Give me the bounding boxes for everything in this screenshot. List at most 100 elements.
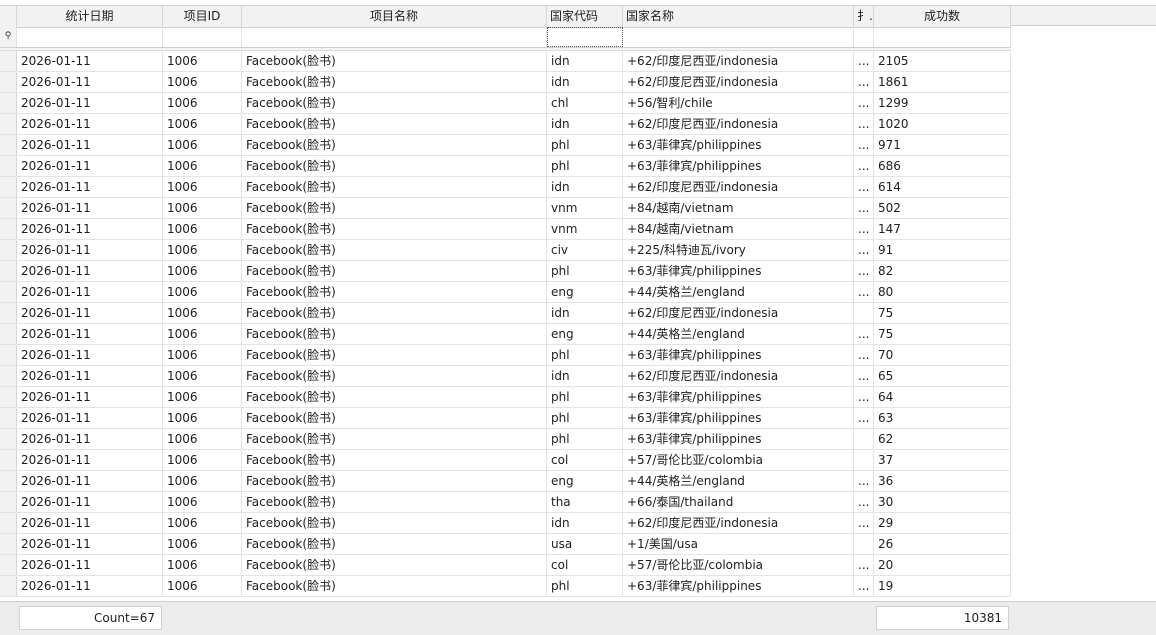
table-row[interactable]: 2026-01-11 1006 Facebook(脸书) col +57/哥伦比亚/co… <box>0 450 1011 471</box>
cell-project-name[interactable]: Facebook(脸书) <box>242 387 547 407</box>
cell-country-code[interactable]: phl <box>547 408 623 428</box>
cell-truncated[interactable]: ... <box>854 555 874 575</box>
table-row[interactable]: 2026-01-11 1006 Facebook(脸书) phl +63/菲律宾/phi… <box>0 135 1011 156</box>
cell-country-name[interactable]: +84/越南/vietnam <box>623 198 854 218</box>
cell-truncated[interactable]: ... <box>854 387 874 407</box>
cell-date[interactable]: 2026-01-11 <box>17 471 163 491</box>
row-indicator[interactable] <box>0 345 17 365</box>
cell-project-name[interactable]: Facebook(脸书) <box>242 324 547 344</box>
cell-date[interactable]: 2026-01-11 <box>17 387 163 407</box>
table-row[interactable]: 2026-01-11 1006 Facebook(脸书) idn +62/印度尼西亚/i… <box>0 513 1011 534</box>
cell-truncated[interactable]: ... <box>854 282 874 302</box>
cell-date[interactable]: 2026-01-11 <box>17 324 163 344</box>
cell-country-code[interactable]: phl <box>547 576 623 596</box>
table-row[interactable]: 2026-01-11 1006 Facebook(脸书) phl +63/菲律宾/phi… <box>0 576 1011 597</box>
cell-project-name[interactable]: Facebook(脸书) <box>242 366 547 386</box>
cell-truncated[interactable]: ... <box>854 240 874 260</box>
cell-success-count[interactable]: 30 <box>874 492 1011 512</box>
cell-truncated[interactable] <box>854 429 874 449</box>
column-header-success-count[interactable]: 成功数 <box>874 6 1011 27</box>
cell-project-id[interactable]: 1006 <box>163 156 242 176</box>
cell-country-name[interactable]: +44/英格兰/england <box>623 324 854 344</box>
table-row[interactable]: 2026-01-11 1006 Facebook(脸书) phl +63/菲律宾/phi… <box>0 408 1011 429</box>
cell-date[interactable]: 2026-01-11 <box>17 366 163 386</box>
cell-country-code[interactable]: idn <box>547 513 623 533</box>
cell-project-name[interactable]: Facebook(脸书) <box>242 429 547 449</box>
cell-country-code[interactable]: phl <box>547 261 623 281</box>
cell-country-name[interactable]: +63/菲律宾/philippines <box>623 408 854 428</box>
filter-cell-success-count[interactable] <box>874 27 1011 47</box>
row-indicator[interactable] <box>0 471 17 491</box>
cell-country-code[interactable]: idn <box>547 114 623 134</box>
cell-date[interactable]: 2026-01-11 <box>17 534 163 554</box>
cell-country-code[interactable]: usa <box>547 534 623 554</box>
column-header-date[interactable]: 统计日期 <box>17 6 163 27</box>
table-row[interactable]: 2026-01-11 1006 Facebook(脸书) idn +62/印度尼西亚/i… <box>0 177 1011 198</box>
cell-date[interactable]: 2026-01-11 <box>17 177 163 197</box>
cell-truncated[interactable] <box>854 303 874 323</box>
cell-country-code[interactable]: idn <box>547 177 623 197</box>
cell-project-name[interactable]: Facebook(脸书) <box>242 492 547 512</box>
cell-project-name[interactable]: Facebook(脸书) <box>242 261 547 281</box>
cell-date[interactable]: 2026-01-11 <box>17 240 163 260</box>
cell-date[interactable]: 2026-01-11 <box>17 576 163 596</box>
cell-country-code[interactable]: chl <box>547 93 623 113</box>
table-row[interactable]: 2026-01-11 1006 Facebook(脸书) phl +63/菲律宾/phi… <box>0 261 1011 282</box>
row-indicator[interactable] <box>0 156 17 176</box>
cell-date[interactable]: 2026-01-11 <box>17 72 163 92</box>
cell-date[interactable]: 2026-01-11 <box>17 261 163 281</box>
cell-project-name[interactable]: Facebook(脸书) <box>242 114 547 134</box>
cell-country-code[interactable]: vnm <box>547 219 623 239</box>
cell-country-name[interactable]: +63/菲律宾/philippines <box>623 387 854 407</box>
cell-date[interactable]: 2026-01-11 <box>17 282 163 302</box>
cell-project-name[interactable]: Facebook(脸书) <box>242 471 547 491</box>
cell-project-id[interactable]: 1006 <box>163 555 242 575</box>
table-row[interactable]: 2026-01-11 1006 Facebook(脸书) idn +62/印度尼西亚/i… <box>0 72 1011 93</box>
cell-truncated[interactable] <box>854 534 874 554</box>
cell-project-id[interactable]: 1006 <box>163 72 242 92</box>
cell-truncated[interactable]: ... <box>854 219 874 239</box>
row-indicator[interactable] <box>0 408 17 428</box>
cell-project-id[interactable]: 1006 <box>163 450 242 470</box>
cell-country-code[interactable]: vnm <box>547 198 623 218</box>
cell-truncated[interactable]: ... <box>854 177 874 197</box>
table-row[interactable]: 2026-01-11 1006 Facebook(脸书) civ +225/科特迪瓦/i… <box>0 240 1011 261</box>
cell-success-count[interactable]: 614 <box>874 177 1011 197</box>
cell-project-id[interactable]: 1006 <box>163 513 242 533</box>
cell-success-count[interactable]: 64 <box>874 387 1011 407</box>
cell-success-count[interactable]: 70 <box>874 345 1011 365</box>
column-header-country-name[interactable]: 国家名称 <box>623 6 854 27</box>
table-row[interactable]: 2026-01-11 1006 Facebook(脸书) idn +62/印度尼西亚/i… <box>0 366 1011 387</box>
cell-success-count[interactable]: 91 <box>874 240 1011 260</box>
cell-country-name[interactable]: +56/智利/chile <box>623 93 854 113</box>
cell-date[interactable]: 2026-01-11 <box>17 219 163 239</box>
cell-country-code[interactable]: eng <box>547 282 623 302</box>
cell-project-name[interactable]: Facebook(脸书) <box>242 345 547 365</box>
cell-country-name[interactable]: +66/泰国/thailand <box>623 492 854 512</box>
row-indicator[interactable] <box>0 513 17 533</box>
cell-project-id[interactable]: 1006 <box>163 240 242 260</box>
cell-country-code[interactable]: phl <box>547 156 623 176</box>
column-header-truncated[interactable]: 扌.. <box>854 6 874 27</box>
cell-project-id[interactable]: 1006 <box>163 534 242 554</box>
cell-success-count[interactable]: 63 <box>874 408 1011 428</box>
cell-country-name[interactable]: +62/印度尼西亚/indonesia <box>623 72 854 92</box>
cell-success-count[interactable]: 1861 <box>874 72 1011 92</box>
cell-success-count[interactable]: 1299 <box>874 93 1011 113</box>
cell-project-id[interactable]: 1006 <box>163 366 242 386</box>
data-grid[interactable]: 统计日期 项目ID 项目名称 国家代码 国家名称 扌.. 成功数 ⚲ 2026-… <box>0 0 1156 600</box>
cell-date[interactable]: 2026-01-11 <box>17 93 163 113</box>
cell-date[interactable]: 2026-01-11 <box>17 135 163 155</box>
cell-success-count[interactable]: 37 <box>874 450 1011 470</box>
cell-project-name[interactable]: Facebook(脸书) <box>242 156 547 176</box>
cell-success-count[interactable]: 36 <box>874 471 1011 491</box>
table-row[interactable]: 2026-01-11 1006 Facebook(脸书) phl +63/菲律宾/phi… <box>0 156 1011 177</box>
row-indicator[interactable] <box>0 114 17 134</box>
table-row[interactable]: 2026-01-11 1006 Facebook(脸书) eng +44/英格兰/eng… <box>0 471 1011 492</box>
cell-date[interactable]: 2026-01-11 <box>17 51 163 71</box>
row-indicator[interactable] <box>0 135 17 155</box>
cell-project-name[interactable]: Facebook(脸书) <box>242 93 547 113</box>
cell-success-count[interactable]: 971 <box>874 135 1011 155</box>
row-indicator[interactable] <box>0 240 17 260</box>
cell-country-name[interactable]: +62/印度尼西亚/indonesia <box>623 114 854 134</box>
